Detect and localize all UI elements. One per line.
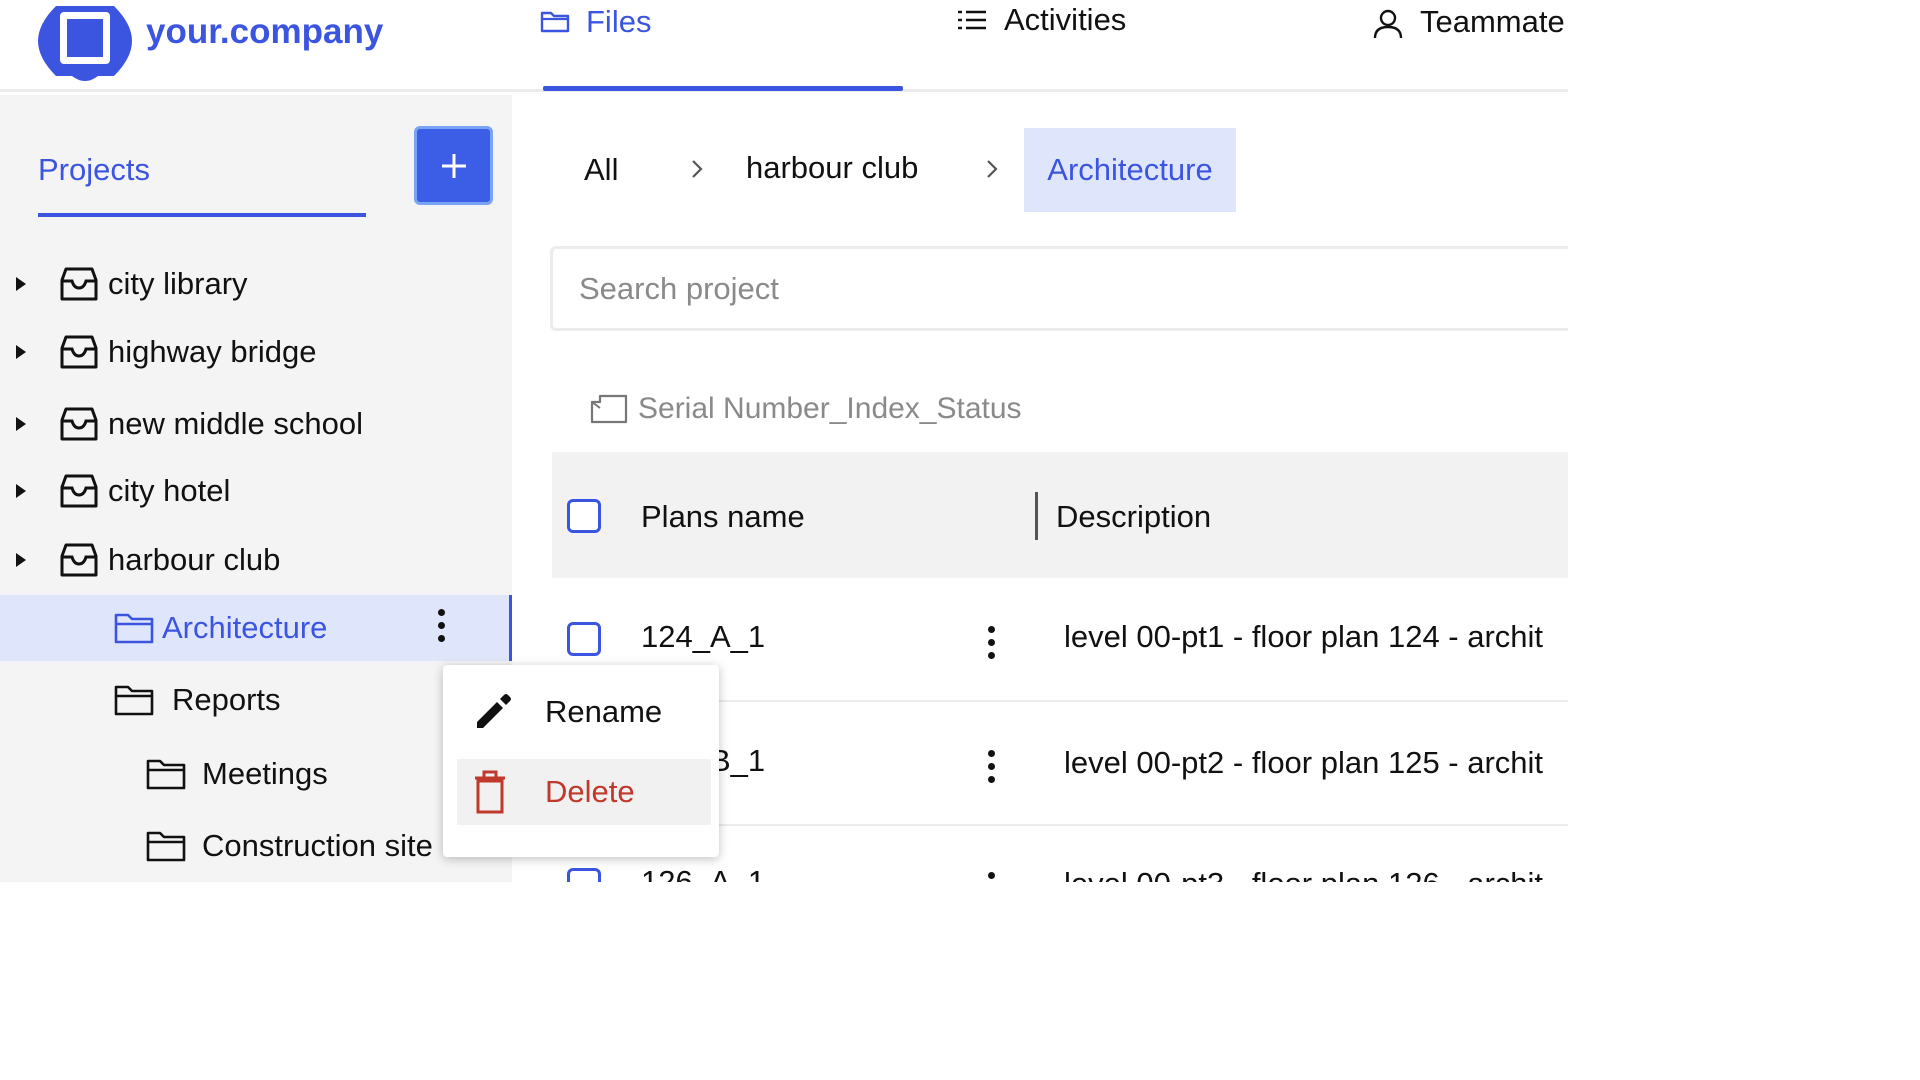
row-options-icon[interactable] [988, 626, 996, 665]
nav-activities[interactable]: Activities [956, 2, 1126, 94]
tree-folder-meetings[interactable]: Meetings [0, 742, 512, 806]
breadcrumb-project[interactable]: harbour club [746, 150, 918, 186]
rename-menu-item[interactable]: Rename [457, 679, 711, 745]
app-window: your.company Files Activities Teammate P… [0, 0, 1568, 882]
nav-files-label: Files [586, 4, 652, 39]
active-tab-indicator [543, 86, 903, 91]
tree-project-city-library[interactable]: city library [0, 252, 512, 316]
tree-folder-label: Architecture [162, 610, 328, 645]
company-logo [38, 6, 132, 81]
tree-project-new-middle-school[interactable]: new middle school [0, 392, 512, 456]
search-input[interactable] [550, 246, 1568, 331]
tree-folder-label: Meetings [202, 756, 328, 791]
caret-right-icon[interactable] [14, 416, 28, 432]
caret-right-icon[interactable] [14, 276, 28, 292]
row-checkbox[interactable] [567, 622, 601, 656]
row-description: level 00-pt1 - floor plan 124 - archit [1064, 619, 1544, 654]
chevron-right-icon [987, 160, 998, 178]
plus-icon [441, 153, 466, 178]
folder-context-menu: Rename Delete [443, 665, 719, 857]
row-checkbox[interactable] [567, 868, 601, 882]
caret-right-icon[interactable] [14, 552, 28, 568]
tree-project-label: city hotel [108, 473, 231, 508]
brand-name: your.company [146, 12, 384, 51]
folder-icon [146, 759, 186, 790]
list-icon [958, 10, 986, 30]
row-options-icon[interactable] [988, 750, 996, 789]
tree-project-harbour-club[interactable]: harbour club [0, 528, 512, 592]
delete-menu-item[interactable]: Delete [457, 759, 711, 825]
tree-folder-architecture[interactable]: Architecture [0, 595, 512, 661]
tree-folder-construction-site[interactable]: Construction site [0, 814, 445, 878]
tree-project-label: city library [108, 266, 248, 301]
label-tag-icon [590, 394, 628, 424]
add-project-button[interactable] [414, 126, 493, 205]
tree-project-label: new middle school [108, 406, 364, 441]
tree-folder-label: Reports [172, 682, 281, 717]
column-header-name[interactable]: Plans name [641, 499, 805, 535]
project-box-icon [60, 267, 98, 301]
nav-files[interactable]: Files [540, 4, 651, 96]
row-plan-name: 124_A_1 [641, 619, 766, 654]
tree-project-label: harbour club [108, 542, 281, 577]
top-bar: your.company Files Activities Teammate [0, 0, 1568, 92]
tree-folder-reports[interactable]: Reports [0, 668, 512, 732]
project-box-icon [60, 474, 98, 508]
breadcrumb-current[interactable]: Architecture [1024, 128, 1236, 212]
caret-right-icon[interactable] [14, 344, 28, 360]
naming-convention: Serial Number_Index_Status [590, 392, 1022, 426]
folder-icon [114, 685, 154, 716]
column-divider[interactable] [1035, 492, 1038, 540]
tree-project-city-hotel[interactable]: city hotel [0, 459, 512, 523]
rename-label: Rename [545, 694, 663, 729]
column-header-description[interactable]: Description [1056, 499, 1211, 535]
nav-activities-label: Activities [1004, 2, 1127, 37]
user-icon [1373, 9, 1403, 39]
breadcrumb-all[interactable]: All [584, 152, 618, 188]
project-box-icon [60, 335, 98, 369]
nav-teammates[interactable]: Teammate [1372, 4, 1565, 96]
naming-convention-label: Serial Number_Index_Status [638, 392, 1022, 425]
folder-icon [114, 613, 154, 644]
projects-tab-indicator [38, 213, 366, 217]
row-description: level 00-pt2 - floor plan 125 - archit [1064, 745, 1544, 780]
trash-icon [475, 770, 505, 814]
folder-icon [146, 831, 186, 862]
tree-folder-label: Construction site [202, 828, 433, 863]
folder-options-icon[interactable] [438, 608, 446, 648]
tree-project-label: highway bridge [108, 334, 317, 369]
nav-teammates-label: Teammate [1420, 4, 1565, 39]
chevron-right-icon [692, 160, 703, 178]
folder-icon [540, 11, 570, 33]
delete-label: Delete [545, 774, 635, 809]
project-box-icon [60, 543, 98, 577]
select-all-checkbox[interactable] [567, 499, 601, 533]
row-description: level 00-pt3 - floor plan 126 - archit [1064, 866, 1543, 882]
projects-tab[interactable]: Projects [38, 152, 150, 188]
project-box-icon [60, 407, 98, 441]
row-options-icon[interactable] [988, 872, 996, 882]
pencil-icon [477, 694, 511, 728]
tree-project-highway-bridge[interactable]: highway bridge [0, 320, 512, 384]
caret-right-icon[interactable] [14, 483, 28, 499]
row-plan-name: 126_A_1 [641, 864, 766, 882]
